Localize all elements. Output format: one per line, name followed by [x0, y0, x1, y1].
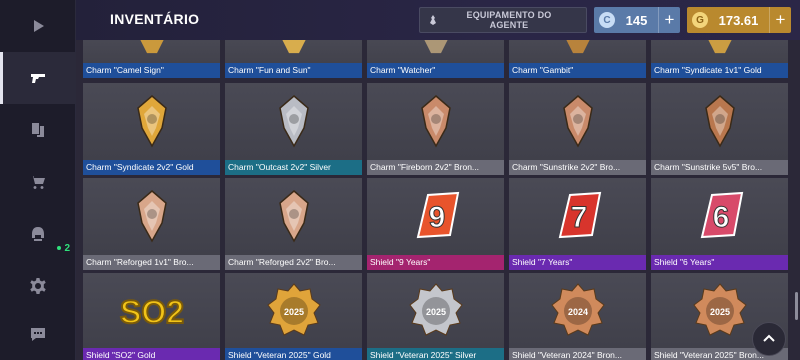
item-name: Charm "Sunstrike 5v5" Bro... — [651, 160, 788, 175]
scrollbar-thumb[interactable] — [795, 292, 798, 320]
agent-equipment-button[interactable]: EQUIPAMENTO DO AGENTE — [419, 7, 587, 33]
inventory-item[interactable]: Charm "Syndicate 2v2" Gold — [83, 83, 220, 175]
top-bar: INVENTÁRIO EQUIPAMENTO DO AGENTE C 145 +… — [76, 0, 800, 40]
agent-equipment-label: EQUIPAMENTO DO AGENTE — [466, 10, 552, 30]
inventory-item[interactable]: Charm "Syndicate 1v1" Gold — [651, 40, 788, 78]
item-image: 9 — [367, 178, 504, 255]
svg-text:6: 6 — [712, 201, 729, 234]
add-currency-gold-button[interactable]: + — [769, 7, 791, 33]
item-image — [367, 40, 504, 63]
item-name: Charm "Syndicate 2v2" Gold — [83, 160, 220, 175]
inventory-item[interactable]: Charm "Fireborn 2v2" Bron... — [367, 83, 504, 175]
sidebar-item-agents[interactable]: 2 — [0, 208, 76, 260]
inventory-item[interactable]: 6 Shield "6 Years" — [651, 178, 788, 270]
item-image: SO2 — [83, 273, 220, 348]
item-name: Charm "Fun and Sun" — [225, 63, 362, 78]
notification-badge: 2 — [57, 243, 70, 254]
inventory-item[interactable]: 2024 Shield "Veteran 2024" Bron... — [509, 273, 646, 360]
item-image — [509, 40, 646, 63]
inventory-item[interactable]: Charm "Sunstrike 2v2" Bro... — [509, 83, 646, 175]
svg-text:2025: 2025 — [283, 307, 303, 317]
svg-text:2024: 2024 — [567, 307, 587, 317]
c-coin-icon: C — [599, 12, 615, 28]
sidebar-item-play[interactable] — [0, 0, 76, 52]
item-image — [225, 40, 362, 63]
chevron-up-icon — [763, 334, 775, 342]
inventory-item[interactable]: 9 Shield "9 Years" — [367, 178, 504, 270]
item-name: Shield "Veteran 2025" Silver — [367, 348, 504, 360]
inventory-item[interactable]: 2025 Shield "Veteran 2025" Gold — [225, 273, 362, 360]
chat-icon — [31, 328, 45, 341]
svg-text:9: 9 — [428, 201, 445, 234]
add-currency-blue-button[interactable]: + — [658, 7, 680, 33]
agent-icon — [420, 8, 446, 32]
item-name: Charm "Gambit" — [509, 63, 646, 78]
svg-text:SO2: SO2 — [119, 294, 183, 330]
currency-blue-value: 145 — [625, 12, 648, 28]
item-image — [509, 83, 646, 160]
svg-text:7: 7 — [570, 201, 587, 234]
item-image — [651, 83, 788, 160]
pistol-icon — [31, 74, 45, 83]
item-name: Shield "SO2" Gold — [83, 348, 220, 360]
item-name: Charm "Reforged 2v2" Bro... — [225, 255, 362, 270]
item-name: Charm "Sunstrike 2v2" Bro... — [509, 160, 646, 175]
inventory-item[interactable]: Charm "Reforged 2v2" Bro... — [225, 178, 362, 270]
item-image — [225, 178, 362, 255]
inventory-item[interactable]: Charm "Sunstrike 5v5" Bro... — [651, 83, 788, 175]
inventory-item[interactable]: SO2 Shield "SO2" Gold — [83, 273, 220, 360]
inventory-item[interactable]: 7 Shield "7 Years" — [509, 178, 646, 270]
sidebar-item-cards[interactable] — [0, 104, 76, 156]
item-image — [83, 83, 220, 160]
page-title: INVENTÁRIO — [110, 11, 200, 27]
item-image: 7 — [509, 178, 646, 255]
item-name: Shield "Veteran 2025" Gold — [225, 348, 362, 360]
item-name: Shield "7 Years" — [509, 255, 646, 270]
item-name: Shield "6 Years" — [651, 255, 788, 270]
item-image: 2025 — [225, 273, 362, 348]
cards-icon — [32, 123, 44, 137]
inventory-item[interactable]: Charm "Gambit" — [509, 40, 646, 78]
item-image: 6 — [651, 178, 788, 255]
inventory-grid: Charm "Camel Sign" Charm "Fun and Sun" Cha… — [76, 40, 800, 360]
item-image — [651, 40, 788, 63]
item-image: 2024 — [509, 273, 646, 348]
inventory-item[interactable]: Charm "Watcher" — [367, 40, 504, 78]
play-icon — [34, 20, 44, 32]
item-name: Charm "Outcast 2v2" Silver — [225, 160, 362, 175]
sidebar-item-settings[interactable] — [0, 260, 76, 312]
sidebar: 2 — [0, 0, 76, 360]
sidebar-item-chat[interactable] — [0, 308, 76, 360]
item-name: Shield "Veteran 2024" Bron... — [509, 348, 646, 360]
scroll-to-top-button[interactable] — [752, 322, 786, 356]
inventory-item[interactable]: 2025 Shield "Veteran 2025" Silver — [367, 273, 504, 360]
item-name: Charm "Fireborn 2v2" Bron... — [367, 160, 504, 175]
svg-text:2025: 2025 — [425, 307, 445, 317]
item-image — [83, 40, 220, 63]
item-name: Charm "Reforged 1v1" Bro... — [83, 255, 220, 270]
currency-blue: C 145 + — [594, 7, 680, 33]
item-name: Shield "9 Years" — [367, 255, 504, 270]
cart-icon — [30, 176, 45, 189]
gear-icon — [30, 278, 46, 294]
inventory-item[interactable]: Charm "Reforged 1v1" Bro... — [83, 178, 220, 270]
currency-gold: G 173.61 + — [687, 7, 791, 33]
sidebar-item-shop[interactable] — [0, 156, 76, 208]
svg-text:2025: 2025 — [709, 307, 729, 317]
item-name: Charm "Watcher" — [367, 63, 504, 78]
item-image: 2025 — [367, 273, 504, 348]
g-coin-icon: G — [692, 12, 708, 28]
currency-gold-value: 173.61 — [718, 12, 759, 28]
item-image — [83, 178, 220, 255]
item-image — [225, 83, 362, 160]
inventory-item[interactable]: Charm "Camel Sign" — [83, 40, 220, 78]
item-name: Charm "Camel Sign" — [83, 63, 220, 78]
item-name: Charm "Syndicate 1v1" Gold — [651, 63, 788, 78]
item-image — [367, 83, 504, 160]
inventory-item[interactable]: Charm "Outcast 2v2" Silver — [225, 83, 362, 175]
sidebar-item-weapons[interactable] — [0, 52, 76, 104]
inventory-item[interactable]: Charm "Fun and Sun" — [225, 40, 362, 78]
helmet-icon — [32, 227, 44, 241]
